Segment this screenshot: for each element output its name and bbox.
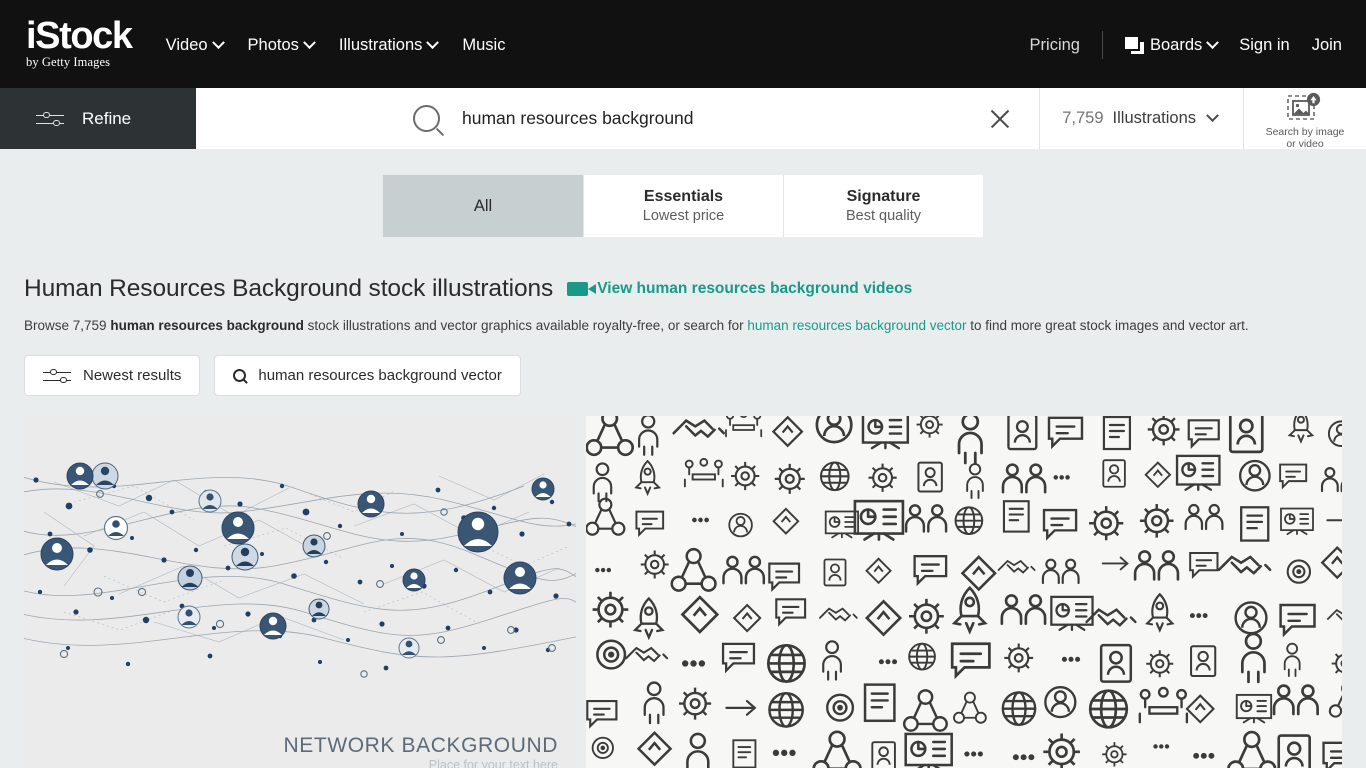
tab-signature-sublabel: Best quality [846, 208, 921, 224]
chevron-down-icon [1206, 35, 1220, 49]
page-title: Human Resources Background stock illustr… [24, 275, 554, 302]
nav-item-signin[interactable]: Sign in [1239, 36, 1289, 55]
network-background-artwork [24, 416, 576, 768]
image-upload-icon [1285, 92, 1325, 124]
search-icon-wrap [196, 105, 462, 132]
result-card-hr-doodle-pattern[interactable] [586, 416, 1342, 768]
istock-logo[interactable]: iStock by Getty Images [26, 15, 133, 70]
nav-item-music[interactable]: Music [462, 36, 505, 55]
main-content: Human Resources Background stock illustr… [0, 275, 1366, 768]
nav-label-photos: Photos [247, 35, 299, 54]
filter-chips: Newest results human resources backgroun… [24, 355, 1342, 396]
chevron-down-icon [211, 35, 225, 49]
results-grid: NETWORK BACKGROUND Place for your text h… [24, 416, 1342, 768]
nav-item-boards[interactable]: Boards [1124, 35, 1220, 55]
chevron-down-icon [426, 35, 440, 49]
tab-signature[interactable]: Signature Best quality [784, 175, 983, 237]
sliders-icon [36, 109, 64, 129]
video-camera-icon [567, 282, 597, 296]
tab-all-label: All [473, 196, 493, 215]
search-input[interactable] [462, 108, 988, 129]
tab-essentials-label: Essentials [643, 188, 724, 205]
chevron-down-icon [303, 35, 316, 49]
tab-essentials-sublabel: Lowest price [642, 208, 725, 224]
nav-item-pricing[interactable]: Pricing [1030, 36, 1080, 55]
nav-label-boards: Boards [1149, 35, 1203, 54]
asset-type-dropdown[interactable]: 7,759 Illustrations [1040, 88, 1244, 149]
nav-item-video[interactable]: Video [165, 35, 225, 55]
chevron-down-icon [1206, 109, 1219, 123]
search-by-image-line1: Search by image [1265, 125, 1345, 138]
nav-label-video: Video [165, 35, 208, 54]
chip-newest-results-label: Newest results [83, 367, 182, 384]
search-field [196, 88, 1041, 149]
browse-part3: to find more great stock images and vect… [966, 318, 1249, 333]
nav-label-illustrations: Illustrations [338, 35, 423, 54]
nav-item-illustrations[interactable]: Illustrations [338, 35, 440, 55]
search-icon [413, 105, 440, 132]
tab-essentials[interactable]: Essentials Lowest price [584, 175, 784, 237]
browse-count: 7,759 [72, 318, 107, 333]
nav-label-music: Music [462, 35, 506, 54]
nav-divider [1101, 31, 1103, 59]
chip-related-search-label: human resources background vector [258, 367, 502, 384]
asset-type-label: Illustrations [1112, 109, 1196, 127]
search-by-image-button[interactable]: Search by image or video [1244, 88, 1366, 150]
logo-tagline: by Getty Images [26, 55, 111, 69]
tab-signature-label: Signature [846, 188, 921, 205]
view-videos-link[interactable]: View human resources background videos [567, 280, 912, 298]
browse-vector-link[interactable]: human resources background vector [747, 318, 966, 333]
result-count: 7,759 [1062, 109, 1104, 127]
primary-nav: Video Photos Illustrations Music [166, 36, 506, 55]
browse-part2: stock illustrations and vector graphics … [303, 318, 748, 333]
browse-description: Browse 7,759 human resources background … [24, 317, 1342, 335]
license-tabs-wrap: All Essentials Lowest price Signature Be… [0, 175, 1366, 237]
heading-row: Human Resources Background stock illustr… [24, 275, 1342, 303]
nav-item-photos[interactable]: Photos [247, 35, 316, 55]
search-by-image-line2: or video [1286, 137, 1324, 150]
top-navigation-bar: iStock by Getty Images Video Photos Illu… [0, 0, 1366, 88]
logo-wordmark: iStock [26, 15, 133, 57]
sliders-icon [43, 366, 71, 386]
tab-all[interactable]: All [383, 175, 584, 237]
chip-related-search[interactable]: human resources background vector [214, 355, 521, 396]
search-icon [233, 369, 247, 382]
hr-doodle-pattern-artwork [586, 416, 1342, 768]
search-bar: Refine 7,759 Illustrations Search by ima… [0, 88, 1366, 150]
license-tabs: All Essentials Lowest price Signature Be… [383, 175, 983, 237]
view-videos-label: View human resources background videos [597, 280, 913, 297]
secondary-nav: Pricing Boards Sign in Join [1030, 31, 1342, 59]
refine-label: Refine [82, 108, 132, 128]
result-card-network-background[interactable]: NETWORK BACKGROUND Place for your text h… [24, 416, 576, 768]
refine-button[interactable]: Refine [0, 88, 196, 149]
boards-icon [1124, 36, 1144, 54]
search-by-image-caption: Search by image or video [1266, 126, 1345, 150]
chip-newest-results[interactable]: Newest results [24, 355, 201, 396]
browse-keyword: human resources background [110, 318, 304, 333]
browse-part1: Browse [24, 318, 73, 333]
clear-search-icon[interactable] [987, 106, 1013, 132]
nav-item-join[interactable]: Join [1312, 36, 1342, 55]
